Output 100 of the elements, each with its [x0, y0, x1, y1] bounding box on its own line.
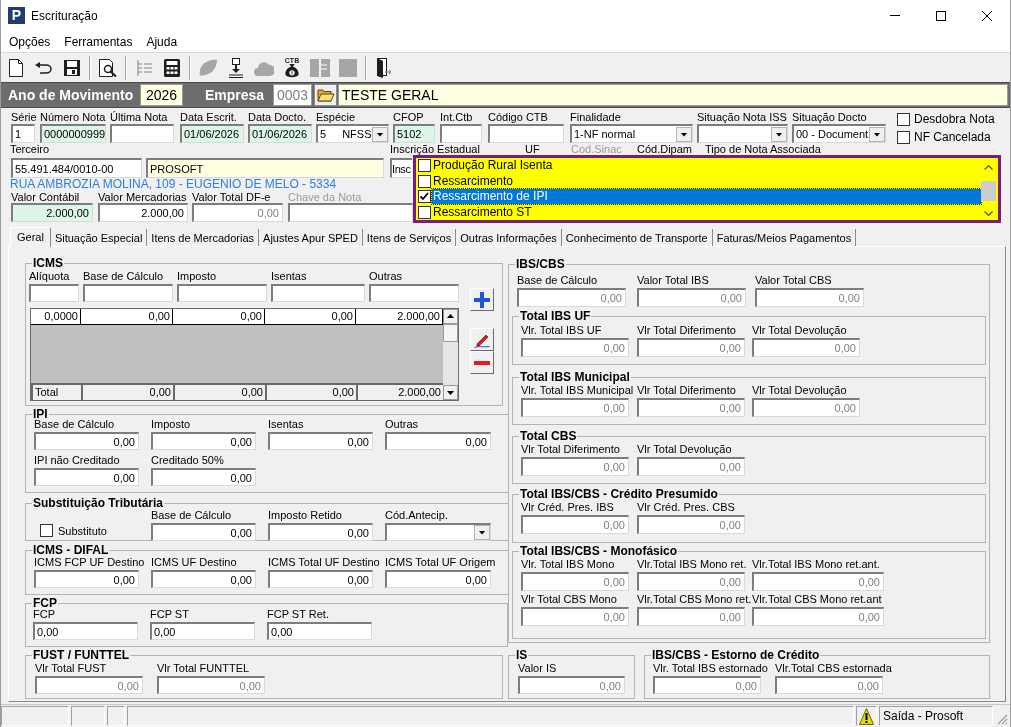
dropdown-field[interactable]: [697, 124, 788, 143]
input-field[interactable]: 0,00: [752, 338, 860, 357]
input-field[interactable]: [83, 284, 173, 302]
print-preview-icon[interactable]: [99, 58, 117, 77]
input-field[interactable]: 0,00: [637, 457, 745, 476]
open-folder-icon[interactable]: [314, 84, 337, 106]
input-field[interactable]: 0,00: [157, 676, 265, 694]
input-field[interactable]: TESTE GERAL: [338, 84, 1008, 106]
input-field[interactable]: 0,00: [33, 622, 138, 640]
input-field[interactable]: [369, 284, 459, 302]
checkbox[interactable]: [897, 113, 910, 126]
tab[interactable]: Itens de Serviços: [362, 229, 457, 246]
input-field[interactable]: [177, 284, 267, 302]
input-field[interactable]: [271, 284, 365, 302]
input-field[interactable]: 0,00: [521, 607, 629, 626]
input-field[interactable]: 1: [11, 124, 35, 143]
input-field[interactable]: 0,00: [775, 676, 883, 694]
checkbox[interactable]: [418, 174, 431, 188]
input-field[interactable]: [488, 124, 564, 143]
input-field[interactable]: 0,00: [385, 570, 491, 588]
input-field[interactable]: 0,00: [521, 457, 629, 476]
add-button[interactable]: [470, 288, 494, 311]
checkbox[interactable]: [418, 190, 431, 204]
input-field[interactable]: 2.000,00: [11, 203, 93, 222]
tab[interactable]: Geral: [10, 227, 51, 247]
input-field[interactable]: 0,00: [34, 570, 139, 588]
tab[interactable]: Ajustes Apur SPED: [259, 229, 363, 246]
caret-down-icon[interactable]: [443, 385, 458, 400]
input-field[interactable]: 0,00: [385, 432, 491, 450]
remove-button[interactable]: [470, 351, 494, 374]
dropdown-field[interactable]: [385, 523, 491, 541]
input-field[interactable]: 0,00: [637, 572, 745, 591]
input-field[interactable]: 0,00: [521, 572, 629, 591]
tab[interactable]: Situação Especial: [50, 229, 148, 246]
input-field[interactable]: 0,00: [34, 432, 139, 450]
input-field[interactable]: 0,00: [268, 432, 373, 450]
input-field[interactable]: 0,00: [752, 398, 860, 417]
input-field[interactable]: 2026: [140, 84, 183, 106]
input-field[interactable]: 0,00: [521, 515, 629, 534]
dropdown-field[interactable]: 1-NF normal: [570, 124, 693, 143]
checkbox[interactable]: [40, 524, 53, 537]
input-field[interactable]: 5102: [393, 124, 435, 143]
checkbox[interactable]: [418, 205, 431, 219]
input-field[interactable]: 0,00: [755, 288, 864, 307]
input-field[interactable]: 01/06/2026: [180, 124, 244, 143]
input-field[interactable]: 0,00: [268, 523, 373, 541]
caret-up-icon[interactable]: [443, 309, 458, 324]
input-field[interactable]: 0,00: [637, 288, 746, 307]
scrollbar-thumb[interactable]: [981, 181, 996, 201]
input-field[interactable]: 0,00: [150, 622, 255, 640]
scrollbar-thumb[interactable]: [443, 324, 458, 342]
input-field[interactable]: 0,00: [192, 203, 283, 222]
tab[interactable]: Faturas/Meios Pagamentos: [712, 229, 857, 246]
checkbox[interactable]: [897, 131, 910, 144]
input-field[interactable]: [440, 124, 482, 143]
list-option[interactable]: Produção Rural Isenta: [432, 158, 553, 174]
input-field[interactable]: 0,00: [637, 515, 745, 534]
caret-down-icon[interactable]: [869, 126, 885, 142]
dropdown-field[interactable]: 5 NFSS: [316, 124, 389, 143]
input-field[interactable]: Insc: [390, 158, 412, 178]
new-document-icon[interactable]: [9, 58, 23, 77]
menu-item[interactable]: Ajuda: [139, 33, 185, 50]
list-option[interactable]: Ressarcimento: [432, 173, 514, 189]
input-field[interactable]: 0,00: [521, 338, 629, 357]
input-field[interactable]: 0,00: [34, 468, 139, 486]
save-icon[interactable]: [64, 59, 80, 76]
input-field[interactable]: [29, 284, 79, 302]
caret-down-icon[interactable]: [771, 126, 787, 142]
input-field[interactable]: 0,00: [151, 570, 256, 588]
chevron-down-icon[interactable]: [984, 211, 993, 216]
input-field[interactable]: 0,00: [752, 607, 884, 626]
input-field[interactable]: 0,00: [637, 607, 745, 626]
tab[interactable]: Conhecimento de Transporte: [561, 229, 713, 246]
input-field[interactable]: 0,00: [267, 622, 372, 640]
input-field[interactable]: PROSOFT: [146, 158, 384, 178]
input-field[interactable]: 55.491.484/0010-00: [11, 158, 142, 178]
edit-button[interactable]: [470, 328, 494, 351]
menu-item[interactable]: Ferramentas: [57, 33, 140, 50]
input-field[interactable]: 0,00: [35, 676, 143, 694]
tab[interactable]: Outras Informações: [456, 229, 562, 246]
exit-door-icon[interactable]: [376, 57, 392, 78]
input-field[interactable]: 0,00: [653, 676, 761, 694]
list-option[interactable]: Ressarcimento ST: [432, 204, 532, 220]
dropdown-field[interactable]: 00 - Document: [792, 124, 886, 143]
input-field[interactable]: 0,00: [521, 398, 629, 417]
input-field[interactable]: 0,00: [151, 432, 256, 450]
input-field[interactable]: 0,00: [517, 288, 626, 307]
tab[interactable]: Itens de Mercadorias: [147, 229, 260, 246]
chevron-up-icon[interactable]: [984, 165, 993, 170]
input-field[interactable]: 0,00: [637, 338, 745, 357]
input-field[interactable]: [110, 124, 174, 143]
input-field[interactable]: 0,00: [268, 570, 373, 588]
input-field[interactable]: 0,00: [518, 676, 625, 694]
menu-item[interactable]: Opções: [2, 33, 58, 50]
input-field[interactable]: 0,00: [637, 398, 745, 417]
input-field[interactable]: 01/06/2026: [248, 124, 312, 143]
caret-down-icon[interactable]: [474, 525, 490, 540]
input-field[interactable]: 0000000999: [40, 124, 106, 143]
caret-down-icon[interactable]: [372, 126, 388, 142]
input-field[interactable]: 0,00: [151, 468, 256, 486]
